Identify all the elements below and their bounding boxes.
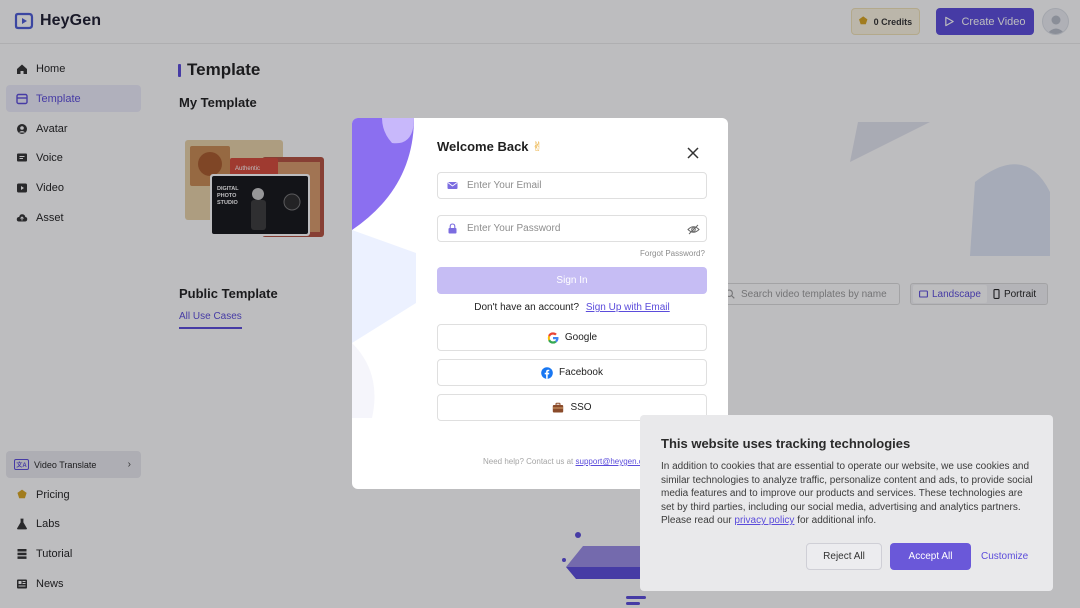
help-text: Need help? Contact us at support@heygen.…	[483, 457, 654, 466]
facebook-login-button[interactable]: Facebook	[437, 359, 707, 386]
login-title: Welcome Back ✌	[437, 139, 543, 155]
lock-icon	[448, 223, 457, 234]
email-placeholder: Enter Your Email	[467, 180, 542, 191]
mail-icon	[447, 182, 458, 189]
password-placeholder: Enter Your Password	[467, 223, 561, 234]
cookie-consent-panel: This website uses tracking technologies …	[640, 415, 1053, 591]
cookie-title: This website uses tracking technologies	[661, 436, 911, 451]
sso-label: SSO	[570, 402, 592, 413]
customize-button[interactable]: Customize	[981, 543, 1028, 570]
password-field[interactable]: Enter Your Password	[437, 215, 707, 242]
help-prefix: Need help? Contact us at	[483, 457, 574, 466]
accept-all-button[interactable]: Accept All	[890, 543, 971, 570]
privacy-policy-link[interactable]: privacy policy	[734, 515, 794, 526]
sign-in-button[interactable]: Sign In	[437, 267, 707, 294]
facebook-label: Facebook	[559, 367, 603, 378]
close-icon[interactable]	[686, 146, 700, 160]
reject-all-button[interactable]: Reject All	[806, 543, 882, 570]
forgot-password-link[interactable]: Forgot Password?	[640, 249, 705, 258]
eye-off-icon[interactable]	[687, 223, 700, 236]
google-login-button[interactable]: Google	[437, 324, 707, 351]
google-icon	[547, 331, 559, 344]
cookie-body: In addition to cookies that are essentia…	[661, 460, 1036, 528]
google-label: Google	[564, 332, 598, 343]
signup-prompt: Don't have an account? Sign Up with Emai…	[437, 302, 707, 313]
modal-decorative-art	[352, 118, 416, 418]
briefcase-icon	[553, 402, 564, 412]
email-field[interactable]: Enter Your Email	[437, 172, 707, 199]
no-account-text: Don't have an account?	[474, 302, 580, 313]
facebook-icon	[541, 366, 553, 379]
victory-hand-emoji: ✌	[532, 139, 544, 154]
login-title-text: Welcome Back	[437, 139, 529, 154]
sign-up-email-link[interactable]: Sign Up with Email	[586, 302, 670, 313]
cookie-body-suffix: for additional info.	[797, 515, 877, 526]
